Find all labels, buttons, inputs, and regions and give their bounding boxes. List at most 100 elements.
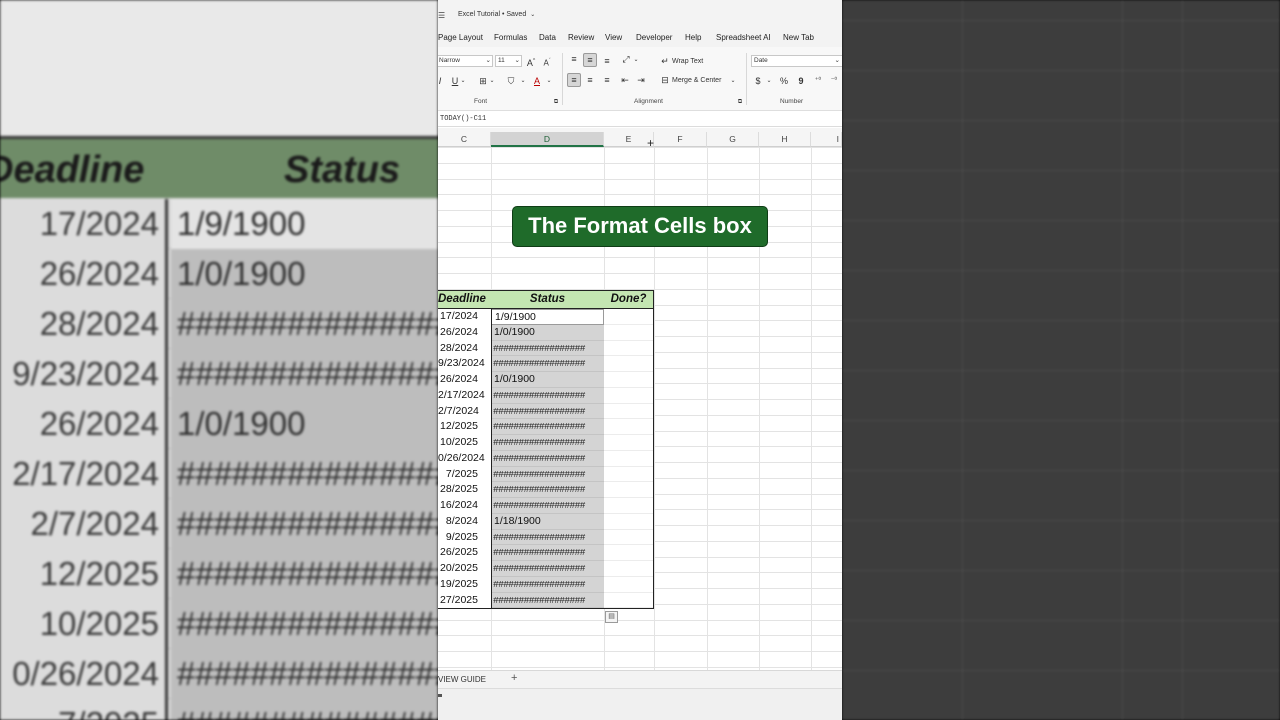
deadline-cell[interactable]: 2/17/2024 [438, 387, 491, 404]
done-cell[interactable] [604, 592, 654, 609]
deadline-cell[interactable]: 16/2024 [438, 498, 491, 514]
status-cell[interactable]: ################## [491, 592, 604, 609]
align-left-icon[interactable]: ≡ [567, 73, 581, 87]
done-cell[interactable] [604, 450, 654, 467]
decrease-font-icon[interactable]: Aˇ [542, 55, 552, 70]
deadline-cell[interactable]: 7/2025 [438, 466, 491, 483]
status-cell[interactable]: ################## [491, 435, 604, 451]
dialog-launcher-icon[interactable]: ⧉ [736, 96, 744, 108]
status-cell[interactable]: ################## [491, 529, 604, 546]
done-cell[interactable] [604, 340, 654, 357]
wrap-text-icon[interactable]: ↵ [660, 55, 670, 67]
deadline-cell[interactable]: 26/2024 [438, 324, 491, 341]
decrease-decimal-icon[interactable]: ⁻⁰ [828, 75, 840, 87]
status-cell[interactable]: ################## [491, 356, 604, 372]
underline-icon[interactable]: U [451, 75, 459, 87]
deadline-cell[interactable]: 19/2025 [438, 576, 491, 593]
done-cell[interactable] [604, 435, 654, 451]
deadline-cell[interactable]: 9/23/2024 [438, 356, 491, 372]
chevron-down-icon[interactable]: ⌄ [460, 75, 466, 87]
tab-help[interactable]: Help [685, 33, 701, 42]
tab-spreadsheet-ai[interactable]: Spreadsheet AI [716, 33, 771, 42]
header-done[interactable]: Done? [604, 290, 654, 309]
done-cell[interactable] [604, 561, 654, 577]
tab-new-tab[interactable]: New Tab [783, 33, 814, 42]
deadline-cell[interactable]: 2/7/2024 [438, 403, 491, 420]
deadline-cell[interactable]: 26/2025 [438, 545, 491, 561]
done-cell[interactable] [604, 529, 654, 546]
done-cell[interactable] [604, 372, 654, 388]
menu-icon[interactable]: ☰ [438, 11, 445, 20]
column-header-f[interactable]: F [654, 132, 707, 147]
done-cell[interactable] [604, 576, 654, 593]
deadline-cell[interactable]: 26/2024 [438, 372, 491, 388]
tab-developer[interactable]: Developer [636, 33, 672, 42]
merge-center-button[interactable]: Merge & Center [672, 77, 721, 84]
font-size-select[interactable]: 11 ⌄ [495, 55, 522, 67]
status-cell[interactable]: ################## [491, 576, 604, 593]
currency-icon[interactable]: $ [753, 75, 763, 87]
add-sheet-button[interactable]: + [511, 672, 517, 684]
chevron-down-icon[interactable]: ⌄ [766, 75, 772, 87]
deadline-cell[interactable]: 28/2024 [438, 340, 491, 357]
percent-icon[interactable]: % [779, 75, 789, 87]
dialog-launcher-icon[interactable]: ⧉ [552, 96, 560, 108]
deadline-cell[interactable]: 12/2025 [438, 419, 491, 435]
header-status[interactable]: Status [491, 290, 604, 309]
orientation-icon[interactable]: ⤢ [620, 53, 632, 65]
done-cell[interactable] [604, 309, 654, 325]
font-name-select[interactable]: Narrow ⌄ [438, 55, 493, 67]
done-cell[interactable] [604, 324, 654, 341]
done-cell[interactable] [604, 419, 654, 435]
status-cell[interactable]: ################## [491, 498, 604, 514]
status-cell[interactable]: 1/9/1900 [491, 309, 604, 325]
column-header-d[interactable]: D [491, 132, 604, 147]
tab-data[interactable]: Data [539, 33, 556, 42]
chevron-down-icon[interactable]: ⌄ [530, 12, 535, 18]
deadline-cell[interactable]: 0/26/2024 [438, 450, 491, 467]
done-cell[interactable] [604, 403, 654, 420]
done-cell[interactable] [604, 356, 654, 372]
column-header-g[interactable]: G [707, 132, 759, 147]
done-cell[interactable] [604, 513, 654, 530]
deadline-cell[interactable]: 17/2024 [438, 309, 491, 325]
column-header-h[interactable]: H [759, 132, 811, 147]
wrap-text-button[interactable]: Wrap Text [672, 58, 703, 65]
increase-indent-icon[interactable]: ⇥ [635, 74, 647, 86]
deadline-cell[interactable]: 9/2025 [438, 529, 491, 546]
done-cell[interactable] [604, 387, 654, 404]
done-cell[interactable] [604, 466, 654, 483]
done-cell[interactable] [604, 482, 654, 498]
status-cell[interactable]: ################## [491, 466, 604, 483]
chevron-down-icon[interactable]: ⌄ [730, 75, 736, 87]
deadline-cell[interactable]: 28/2025 [438, 482, 491, 498]
comma-style-icon[interactable]: 9 [796, 75, 806, 87]
deadline-cell[interactable]: 8/2024 [438, 513, 491, 530]
increase-font-icon[interactable]: A^ [526, 55, 536, 69]
workbook-title[interactable]: Excel Tutorial [458, 11, 500, 18]
status-cell[interactable]: ################## [491, 419, 604, 435]
status-cell[interactable]: ################## [491, 545, 604, 561]
increase-decimal-icon[interactable]: ⁺⁰ [812, 75, 824, 87]
done-cell[interactable] [604, 545, 654, 561]
fill-color-icon[interactable]: ⛉ [506, 75, 516, 87]
sheet-tab-view-guide[interactable]: VIEW GUIDE [438, 675, 486, 684]
deadline-cell[interactable]: 27/2025 [438, 592, 491, 609]
status-cell[interactable]: 1/0/1900 [491, 372, 604, 388]
status-cell[interactable]: ################## [491, 450, 604, 467]
status-cell[interactable]: ################## [491, 482, 604, 498]
status-cell[interactable]: ################## [491, 561, 604, 577]
borders-icon[interactable]: ⊞ [478, 75, 488, 87]
align-middle-icon[interactable]: ≡ [583, 53, 597, 67]
chevron-down-icon[interactable]: ⌄ [489, 75, 495, 87]
quick-analysis-icon[interactable]: ▤ [605, 611, 618, 623]
formula-bar[interactable]: TODAY()-C11 [438, 112, 842, 127]
align-bottom-icon[interactable]: ≡ [601, 55, 613, 67]
column-header-c[interactable]: C [438, 132, 491, 147]
number-format-select[interactable]: Date ⌄ [751, 55, 842, 67]
status-cell[interactable]: 1/18/1900 [491, 513, 604, 530]
status-cell[interactable]: ################## [491, 403, 604, 420]
status-cell[interactable]: ################## [491, 340, 604, 357]
tab-formulas[interactable]: Formulas [494, 33, 527, 42]
merge-center-icon[interactable]: ⊟ [660, 74, 670, 86]
